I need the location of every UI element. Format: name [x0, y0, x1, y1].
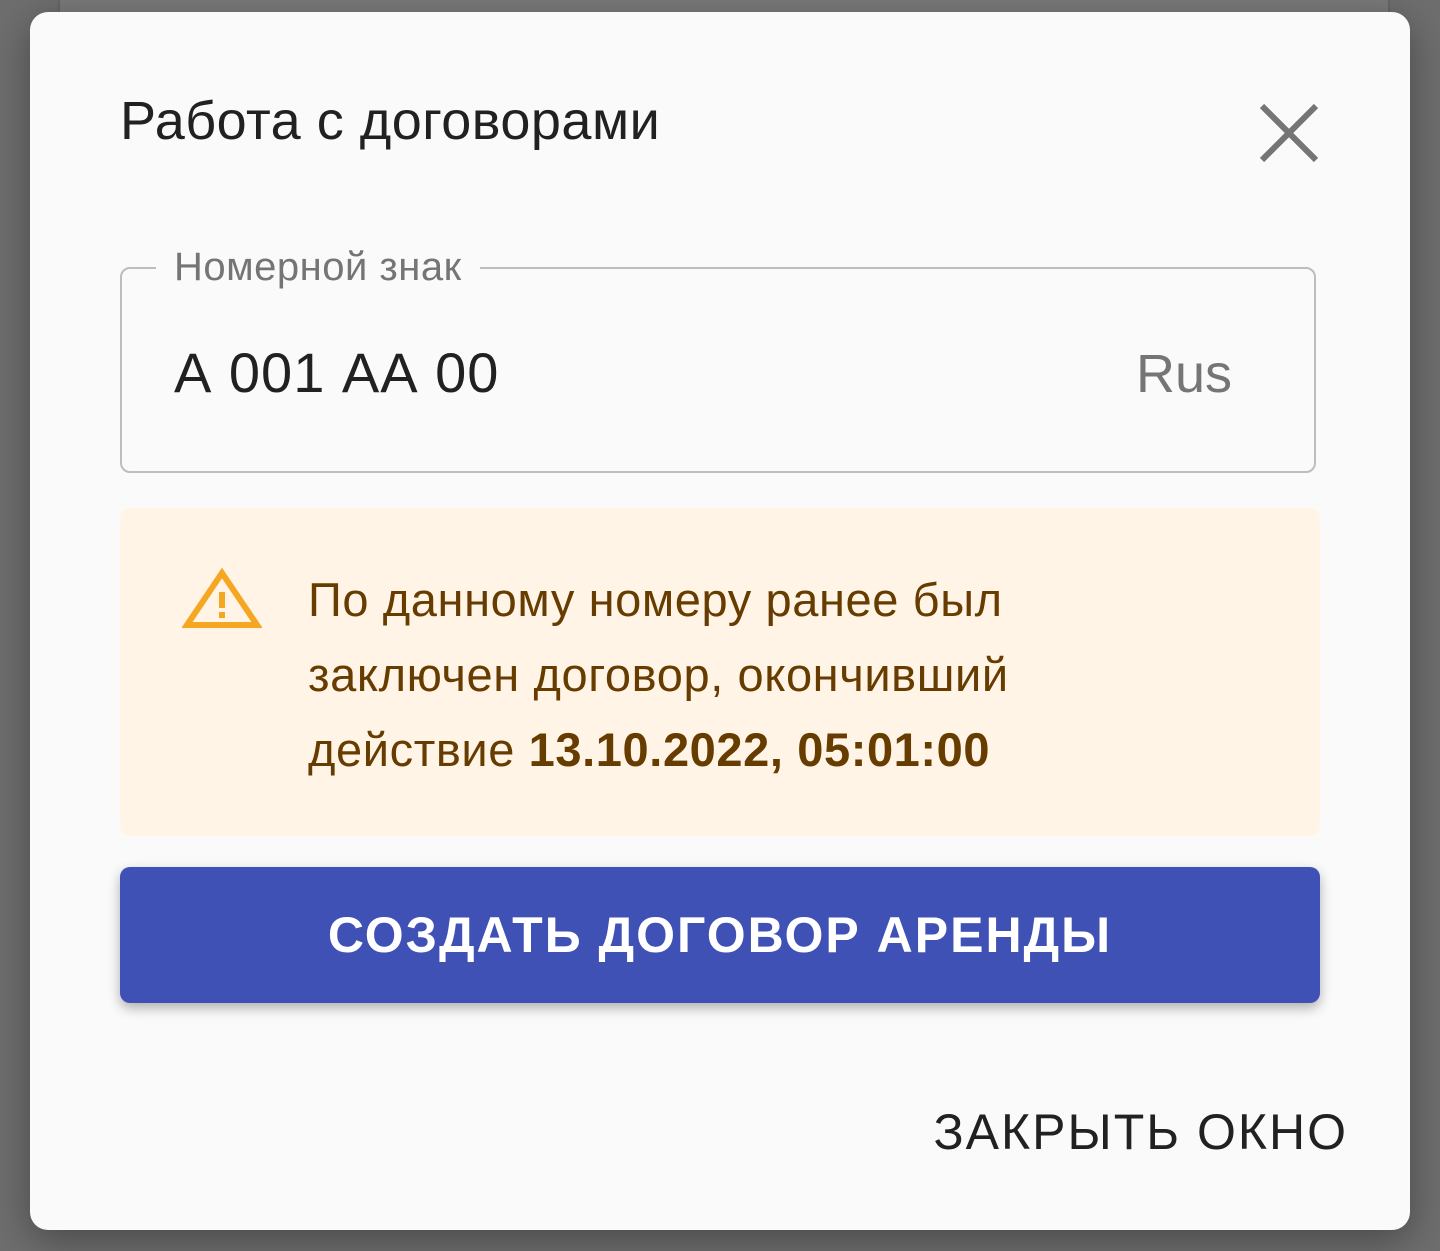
contract-end-datetime: 13.10.2022, 05:01:00: [528, 723, 991, 776]
plate-region-suffix: Rus: [1135, 344, 1232, 404]
warning-alert: По данному номеру ранее был заключен дог…: [120, 508, 1320, 836]
plate-number-label: Номерной знак: [156, 239, 480, 295]
close-dialog-button[interactable]: [1256, 100, 1322, 166]
warning-icon: [182, 568, 262, 628]
create-rental-contract-button[interactable]: СОЗДАТЬ ДОГОВОР АРЕНДЫ: [120, 867, 1320, 1003]
plate-number-field[interactable]: Номерной знак А 001 АА 00 Rus: [120, 239, 1316, 473]
close-window-button[interactable]: ЗАКРЫТЬ ОКНО: [933, 1102, 1348, 1162]
close-icon: [1259, 103, 1319, 163]
plate-number-input[interactable]: А 001 АА 00: [174, 345, 499, 401]
contracts-dialog: Работа с договорами Номерной знак А 001 …: [30, 12, 1410, 1230]
dialog-title: Работа с договорами: [120, 91, 661, 151]
warning-message: По данному номеру ранее был заключен дог…: [308, 562, 1208, 787]
background-page-edge: [58, 0, 1390, 12]
